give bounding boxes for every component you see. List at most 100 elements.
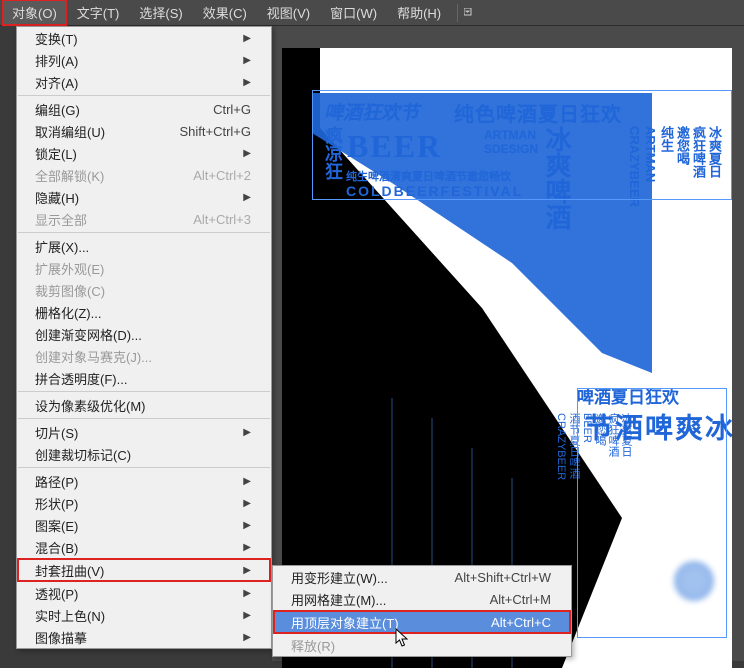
- submenu-arrow-icon: ▶: [243, 427, 251, 438]
- menu-item-label: 形状(P): [35, 494, 78, 513]
- menu-item-label: 扩展(X)...: [35, 237, 89, 256]
- menu-item-shortcut: Alt+Ctrl+2: [193, 168, 251, 183]
- menubar-divider: [457, 4, 458, 22]
- menu-effect[interactable]: 效果(C): [193, 0, 257, 26]
- menu-item-label: 图像描摹: [35, 628, 87, 647]
- object-menu-dropdown: 变换(T)▶排列(A)▶对齐(A)▶编组(G)Ctrl+G取消编组(U)Shif…: [16, 26, 272, 649]
- submenu-arrow-icon: ▶: [243, 55, 251, 66]
- submenu-item-shortcut: Alt+Ctrl+C: [491, 615, 551, 630]
- menu-item-c: 裁剪图像(C): [17, 279, 271, 301]
- submenu-item-r: 释放(R): [273, 634, 571, 656]
- menu-item-p[interactable]: 形状(P) ▶: [17, 492, 271, 514]
- menu-item-label: 设为像素级优化(M): [35, 396, 146, 415]
- menu-separator: [18, 467, 270, 468]
- menu-item-u[interactable]: 取消编组(U) Shift+Ctrl+G: [17, 120, 271, 142]
- submenu-item-t[interactable]: 用顶层对象建立(T) Alt+Ctrl+C: [273, 610, 571, 634]
- menu-separator: [18, 418, 270, 419]
- menu-item-label: 编组(G): [35, 100, 80, 119]
- menu-item-label: 拼合透明度(F)...: [35, 369, 127, 388]
- menu-item-x[interactable]: 扩展(X)...: [17, 235, 271, 257]
- menu-item-z[interactable]: 栅格化(Z)...: [17, 301, 271, 323]
- menu-item-[interactable]: 图像描摹 ▶: [17, 626, 271, 648]
- submenu-item-w[interactable]: 用变形建立(W)... Alt+Shift+Ctrl+W: [273, 566, 571, 588]
- menu-item-label: 创建渐变网格(D)...: [35, 325, 142, 344]
- menu-type[interactable]: 文字(T): [67, 0, 130, 26]
- menu-help[interactable]: 帮助(H): [387, 0, 451, 26]
- menu-item-v[interactable]: 封套扭曲(V) ▶: [17, 558, 271, 582]
- submenu-arrow-icon: ▶: [243, 192, 251, 203]
- menu-item-m[interactable]: 设为像素级优化(M): [17, 394, 271, 416]
- menu-item-label: 切片(S): [35, 423, 78, 442]
- menu-item-p[interactable]: 透视(P) ▶: [17, 582, 271, 604]
- menubar: 对象(O) 文字(T) 选择(S) 效果(C) 视图(V) 窗口(W) 帮助(H…: [0, 0, 744, 26]
- menu-object[interactable]: 对象(O): [2, 0, 67, 26]
- submenu-item-label: 用顶层对象建立(T): [291, 613, 399, 632]
- menu-item-label: 创建对象马赛克(J)...: [35, 347, 152, 366]
- menu-item-label: 透视(P): [35, 584, 78, 603]
- submenu-arrow-icon: ▶: [243, 148, 251, 159]
- selection-box-outer: [312, 90, 732, 200]
- menu-item-label: 排列(A): [35, 51, 78, 70]
- menu-item-l[interactable]: 锁定(L) ▶: [17, 142, 271, 164]
- submenu-item-shortcut: Alt+Shift+Ctrl+W: [455, 570, 551, 585]
- submenu-arrow-icon: ▶: [243, 542, 251, 553]
- menu-item-shortcut: Alt+Ctrl+3: [193, 212, 251, 227]
- menu-item-label: 栅格化(Z)...: [35, 303, 101, 322]
- menu-item-e: 扩展外观(E): [17, 257, 271, 279]
- submenu-arrow-icon: ▶: [243, 520, 251, 531]
- submenu-item-label: 用网格建立(M)...: [291, 590, 386, 609]
- submenu-arrow-icon: ▶: [243, 498, 251, 509]
- menu-item-label: 创建裁切标记(C): [35, 445, 131, 464]
- menu-select[interactable]: 选择(S): [129, 0, 192, 26]
- menu-item-shortcut: Shift+Ctrl+G: [179, 124, 251, 139]
- menu-item-f[interactable]: 拼合透明度(F)...: [17, 367, 271, 389]
- submenu-arrow-icon: ▶: [243, 476, 251, 487]
- menu-item-e[interactable]: 图案(E) ▶: [17, 514, 271, 536]
- menu-item-label: 封套扭曲(V): [35, 561, 104, 580]
- submenu-item-m[interactable]: 用网格建立(M)... Alt+Ctrl+M: [273, 588, 571, 610]
- menu-item-label: 隐藏(H): [35, 188, 79, 207]
- menu-item-a[interactable]: 对齐(A)▶: [17, 71, 271, 93]
- menu-item-: 显示全部 Alt+Ctrl+3: [17, 208, 271, 230]
- menu-item-s[interactable]: 切片(S) ▶: [17, 421, 271, 443]
- workspace-switcher-icon[interactable]: [464, 8, 474, 18]
- submenu-arrow-icon: ▶: [243, 565, 251, 576]
- submenu-item-shortcut: Alt+Ctrl+M: [490, 592, 551, 607]
- submenu-item-label: 释放(R): [291, 636, 335, 655]
- submenu-arrow-icon: ▶: [243, 588, 251, 599]
- menu-item-h[interactable]: 隐藏(H) ▶: [17, 186, 271, 208]
- envelope-distort-submenu: 用变形建立(W)... Alt+Shift+Ctrl+W 用网格建立(M)... Al…: [272, 565, 572, 657]
- submenu-item-label: 用变形建立(W)...: [291, 568, 388, 587]
- menu-item-label: 扩展外观(E): [35, 259, 104, 278]
- menu-separator: [18, 232, 270, 233]
- submenu-arrow-icon: ▶: [243, 33, 251, 44]
- menu-separator: [18, 391, 270, 392]
- menu-window[interactable]: 窗口(W): [320, 0, 387, 26]
- menu-item-shortcut: Ctrl+G: [213, 102, 251, 117]
- menu-item-label: 取消编组(U): [35, 122, 105, 141]
- menu-item-label: 混合(B): [35, 538, 78, 557]
- menu-item-j: 创建对象马赛克(J)...: [17, 345, 271, 367]
- menu-item-c[interactable]: 创建裁切标记(C): [17, 443, 271, 465]
- menu-item-b[interactable]: 混合(B) ▶: [17, 536, 271, 558]
- menu-item-p[interactable]: 路径(P) ▶: [17, 470, 271, 492]
- menu-item-label: 对齐(A): [35, 73, 78, 92]
- menu-item-label: 变换(T): [35, 29, 78, 48]
- menu-item-label: 图案(E): [35, 516, 78, 535]
- submenu-arrow-icon: ▶: [243, 632, 251, 643]
- menu-item-a[interactable]: 排列(A) ▶: [17, 49, 271, 71]
- menu-item-label: 显示全部: [35, 210, 87, 229]
- menu-item-d[interactable]: 创建渐变网格(D)...: [17, 323, 271, 345]
- menu-item-label: 锁定(L): [35, 144, 77, 163]
- menu-item-label: 路径(P): [35, 472, 78, 491]
- menu-item-label: 裁剪图像(C): [35, 281, 105, 300]
- menu-item-n[interactable]: 实时上色(N) ▶: [17, 604, 271, 626]
- menu-item-g[interactable]: 编组(G) Ctrl+G: [17, 98, 271, 120]
- menu-item-label: 全部解锁(K): [35, 166, 104, 185]
- menu-item-label: 实时上色(N): [35, 606, 105, 625]
- menu-view[interactable]: 视图(V): [257, 0, 320, 26]
- blue-blob: [674, 561, 714, 601]
- menu-item-t[interactable]: 变换(T) ▶: [17, 27, 271, 49]
- menu-separator: [18, 95, 270, 96]
- submenu-arrow-icon: ▶: [243, 610, 251, 621]
